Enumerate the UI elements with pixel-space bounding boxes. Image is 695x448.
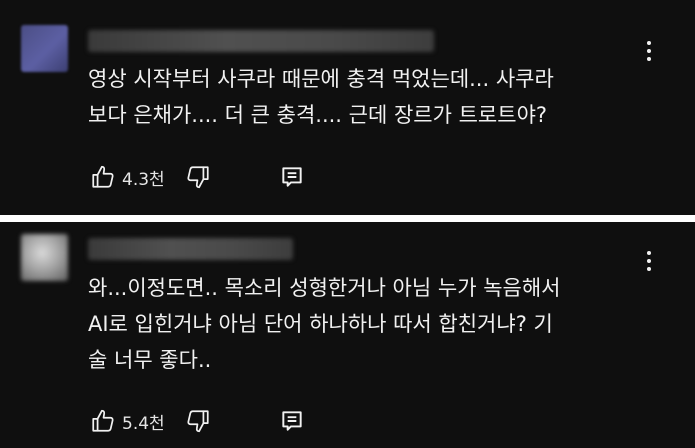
thumb-up-icon	[90, 164, 116, 190]
author-name-blurred[interactable]	[88, 30, 434, 52]
comment-card: 영상 시작부터 사쿠라 때문에 충격 먹었는데... 사쿠라 보다 은채가...…	[0, 0, 695, 215]
comment-text: 영상 시작부터 사쿠라 때문에 충격 먹었는데... 사쿠라 보다 은채가...…	[88, 61, 648, 133]
reply-button[interactable]	[279, 408, 305, 434]
comment-text: 와...이정도면.. 목소리 성형한거나 아님 누가 녹음해서 AI로 입힌거냐…	[88, 270, 648, 378]
avatar[interactable]	[21, 234, 68, 281]
reply-icon	[279, 164, 305, 190]
comment-actions: 5.4천	[90, 407, 305, 435]
thumb-down-icon	[185, 408, 211, 434]
reply-icon	[279, 408, 305, 434]
comment-line: AI로 입힌거냐 아님 단어 하나하나 따서 합친거냐? 기	[88, 312, 553, 336]
thumb-up-icon	[90, 408, 116, 434]
dislike-button[interactable]	[185, 408, 211, 434]
comment-line: 와...이정도면.. 목소리 성형한거나 아님 누가 녹음해서	[88, 276, 561, 300]
comment-line: 영상 시작부터 사쿠라 때문에 충격 먹었는데... 사쿠라	[88, 67, 554, 91]
like-count: 5.4천	[122, 413, 165, 434]
thumb-down-icon	[185, 164, 211, 190]
comment-line: 보다 은채가.... 더 큰 충격.... 근데 장르가 트로트야?	[88, 103, 548, 127]
comment-actions: 4.3천	[90, 163, 305, 191]
divider	[0, 215, 695, 222]
avatar[interactable]	[21, 25, 68, 72]
like-button[interactable]: 4.3천	[90, 164, 165, 190]
dislike-button[interactable]	[185, 164, 211, 190]
like-button[interactable]: 5.4천	[90, 408, 165, 434]
comment-card: 와...이정도면.. 목소리 성형한거나 아님 누가 녹음해서 AI로 입힌거냐…	[0, 222, 695, 448]
author-name-blurred[interactable]	[88, 238, 293, 260]
like-count: 4.3천	[122, 169, 165, 190]
comment-line: 술 너무 좋다..	[88, 348, 212, 372]
reply-button[interactable]	[279, 164, 305, 190]
